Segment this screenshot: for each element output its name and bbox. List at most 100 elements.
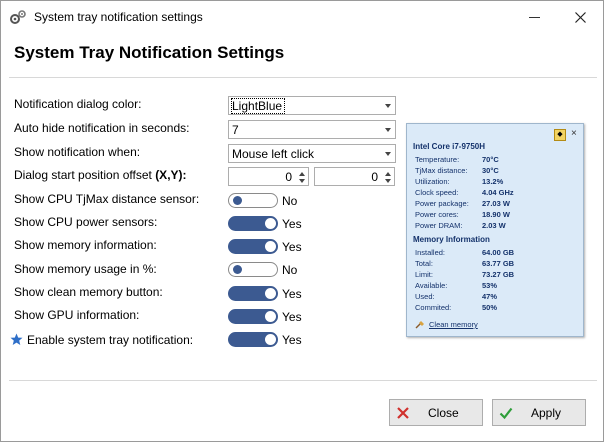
show-when-value: Mouse left click — [232, 147, 315, 161]
preview-value: 63.77 GB — [482, 259, 515, 268]
dialog-color-select[interactable]: LightBlue — [228, 96, 396, 115]
offset-label-bold: (X,Y): — [155, 168, 187, 182]
spin-down-icon[interactable] — [385, 179, 391, 183]
preview-value: 64.00 GB — [482, 248, 515, 257]
gpu-info-toggle[interactable] — [228, 309, 278, 324]
pin-icon[interactable]: ◆ — [554, 129, 566, 141]
page-title: System Tray Notification Settings — [14, 43, 285, 62]
preview-value: 53% — [482, 281, 498, 290]
preview-key: Commited: — [415, 303, 452, 312]
dialog-color-value: LightBlue — [230, 98, 286, 114]
preview-value: 2.03 W — [482, 221, 506, 230]
offset-label: Dialog start position offset (X,Y): — [14, 168, 187, 182]
cpu-tjmax-toggle[interactable] — [228, 193, 278, 208]
chevron-down-icon — [385, 128, 391, 132]
memory-pct-state: No — [282, 263, 298, 277]
offset-x-stepper[interactable]: 0 — [228, 167, 309, 186]
preview-value: 4.04 GHz — [482, 188, 514, 197]
settings-window: System tray notification settings System… — [0, 0, 604, 442]
memory-info-toggle[interactable] — [228, 239, 278, 254]
chevron-down-icon — [385, 152, 391, 156]
preview-key: Used: — [415, 292, 435, 301]
preview-key: Total: — [415, 259, 433, 268]
preview-value: 47% — [482, 292, 498, 301]
close-icon[interactable]: × — [571, 128, 577, 139]
window-title: System tray notification settings — [34, 10, 203, 24]
red-x-icon — [397, 407, 409, 419]
memory-pct-label: Show memory usage in %: — [14, 262, 157, 276]
offset-y-value: 0 — [371, 170, 378, 184]
preview-key: Utilization: — [415, 177, 450, 186]
star-icon — [10, 333, 23, 345]
cpu-tjmax-state: No — [282, 194, 298, 208]
preview-key: Power package: — [415, 199, 469, 208]
preview-value: 27.03 W — [482, 199, 510, 208]
chevron-down-icon — [385, 104, 391, 108]
cpu-power-label: Show CPU power sensors: — [14, 215, 158, 229]
enable-tray-state: Yes — [282, 333, 302, 347]
preview-key: Installed: — [415, 248, 446, 257]
clean-memory-toggle[interactable] — [228, 286, 278, 301]
offset-label-text: Dialog start position offset — [14, 168, 156, 182]
green-check-icon — [499, 407, 513, 420]
memory-info-label: Show memory information: — [14, 238, 157, 252]
preview-key: Power cores: — [415, 210, 459, 219]
spin-up-icon[interactable] — [385, 172, 391, 176]
dialog-color-label: Notification dialog color: — [14, 97, 142, 111]
apply-button[interactable]: Apply — [492, 399, 586, 426]
toggle-knob — [265, 311, 276, 322]
toggle-knob — [265, 241, 276, 252]
gpu-info-label: Show GPU information: — [14, 308, 140, 322]
gears-icon — [10, 10, 26, 24]
memory-info-state: Yes — [282, 240, 302, 254]
toggle-knob — [233, 265, 242, 274]
preview-key: Limit: — [415, 270, 433, 279]
close-button[interactable]: Close — [389, 399, 483, 426]
offset-y-stepper[interactable]: 0 — [314, 167, 395, 186]
auto-hide-label: Auto hide notification in seconds: — [14, 121, 190, 135]
enable-tray-label: Enable system tray notification: — [27, 333, 194, 347]
toggle-knob — [233, 196, 242, 205]
close-window-button[interactable] — [557, 1, 603, 33]
memory-pct-toggle[interactable] — [228, 262, 278, 277]
close-button-label: Close — [428, 406, 459, 420]
preview-value: 30°C — [482, 166, 499, 175]
cpu-tjmax-label: Show CPU TjMax distance sensor: — [14, 192, 200, 206]
preview-value: 73.27 GB — [482, 270, 515, 279]
preview-value: 50% — [482, 303, 498, 312]
preview-key: TjMax distance: — [415, 166, 468, 175]
preview-key: Clock speed: — [415, 188, 459, 197]
preview-value: 18.90 W — [482, 210, 510, 219]
title-bar: System tray notification settings — [1, 1, 603, 34]
notification-preview: ◆ × Intel Core i7-9750H Temperature: 70°… — [406, 123, 584, 337]
preview-cpu-title: Intel Core i7-9750H — [413, 142, 486, 151]
broom-icon — [415, 321, 424, 329]
cpu-power-toggle[interactable] — [228, 216, 278, 231]
close-icon — [574, 11, 586, 23]
minimize-icon — [528, 16, 540, 18]
auto-hide-value: 7 — [232, 123, 239, 137]
auto-hide-select[interactable]: 7 — [228, 120, 396, 139]
preview-key: Available: — [415, 281, 448, 290]
toggle-knob — [265, 218, 276, 229]
bottom-divider — [9, 380, 597, 381]
apply-button-label: Apply — [531, 406, 562, 420]
minimize-button[interactable] — [511, 1, 557, 33]
clean-memory-state: Yes — [282, 287, 302, 301]
toggle-knob — [265, 288, 276, 299]
enable-tray-toggle[interactable] — [228, 332, 278, 347]
spin-up-icon[interactable] — [299, 172, 305, 176]
spin-down-icon[interactable] — [299, 179, 305, 183]
show-when-select[interactable]: Mouse left click — [228, 144, 396, 163]
preview-key: Power DRAM: — [415, 221, 463, 230]
preview-value: 13.2% — [482, 177, 504, 186]
cpu-power-state: Yes — [282, 217, 302, 231]
preview-mem-title: Memory Information — [413, 235, 490, 244]
preview-value: 70°C — [482, 155, 499, 164]
clean-memory-label: Show clean memory button: — [14, 285, 163, 299]
preview-key: Temperature: — [415, 155, 460, 164]
offset-x-value: 0 — [285, 170, 292, 184]
gpu-info-state: Yes — [282, 310, 302, 324]
show-when-label: Show notification when: — [14, 145, 141, 159]
clean-memory-link[interactable]: Clean memory — [429, 320, 478, 329]
